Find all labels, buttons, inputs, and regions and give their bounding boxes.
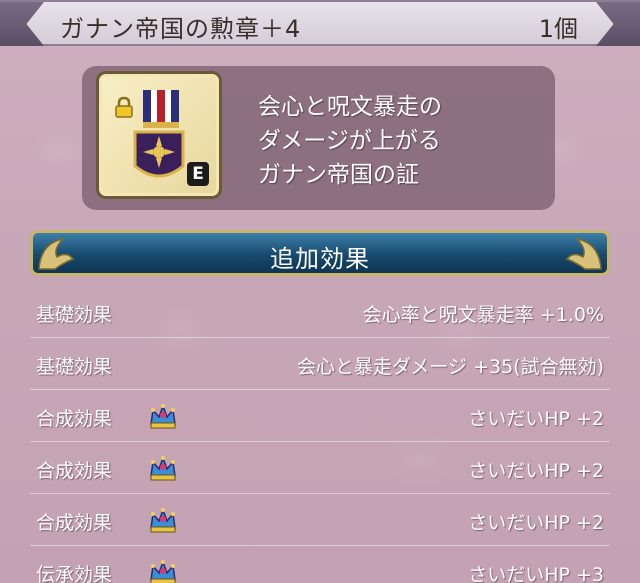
crown-icon xyxy=(148,454,178,482)
description-line: ダメージが上がる xyxy=(258,128,441,154)
effect-row: 合成効果 さいだいHP +2 xyxy=(30,496,610,546)
item-icon-frame[interactable]: E xyxy=(96,71,222,199)
effect-category: 伝承効果 xyxy=(36,564,113,583)
description-line: 会心と呪文暴走の xyxy=(258,94,442,120)
additional-effects-banner: 追加効果 xyxy=(30,230,610,276)
effect-row: 基礎効果 会心率と呪文暴走率 +1.0% xyxy=(30,288,610,338)
effect-value: さいだいHP +2 xyxy=(468,408,604,430)
dragon-ornament-icon xyxy=(565,237,602,270)
effect-category: 基礎効果 xyxy=(36,356,113,378)
crown-icon xyxy=(148,402,178,430)
effect-value: さいだいHP +2 xyxy=(468,460,604,482)
effect-category: 合成効果 xyxy=(36,512,113,534)
effect-row: 伝承効果 さいだいHP +3 xyxy=(30,548,610,583)
effect-value: 会心率と呪文暴走率 +1.0% xyxy=(362,304,604,326)
section-title: 追加効果 xyxy=(270,245,370,273)
title-bar-right-ornament xyxy=(596,2,640,46)
description-line: ガナン帝国の証 xyxy=(258,162,419,188)
crown-icon xyxy=(148,558,178,583)
effect-value: さいだいHP +2 xyxy=(468,512,604,534)
title-bar-left-ornament xyxy=(0,2,44,46)
effect-row: 合成効果 さいだいHP +2 xyxy=(30,392,610,442)
effect-category: 基礎効果 xyxy=(36,304,113,326)
item-description: 会心と呪文暴走の ダメージが上がる ガナン帝国の証 xyxy=(258,90,442,192)
effects-list: 基礎効果 会心率と呪文暴走率 +1.0% 基礎効果 会心と暴走ダメージ +35(試合無… xyxy=(30,288,610,583)
effect-row: 合成効果 さいだいHP +2 xyxy=(30,444,610,494)
title-bar: ガナン帝国の勲章＋4 1個 xyxy=(0,0,640,46)
effect-value: さいだいHP +3 xyxy=(468,564,604,583)
effect-value: 会心と暴走ダメージ +35(試合無効) xyxy=(296,356,604,378)
equipped-badge: E xyxy=(187,162,209,186)
item-count: 1個 xyxy=(538,15,578,43)
effect-category: 合成効果 xyxy=(36,408,113,430)
effect-row: 基礎効果 会心と暴走ダメージ +35(試合無効) xyxy=(30,340,610,390)
item-title: ガナン帝国の勲章＋4 xyxy=(60,15,302,43)
crown-icon xyxy=(148,506,178,534)
effect-category: 合成効果 xyxy=(36,460,113,482)
